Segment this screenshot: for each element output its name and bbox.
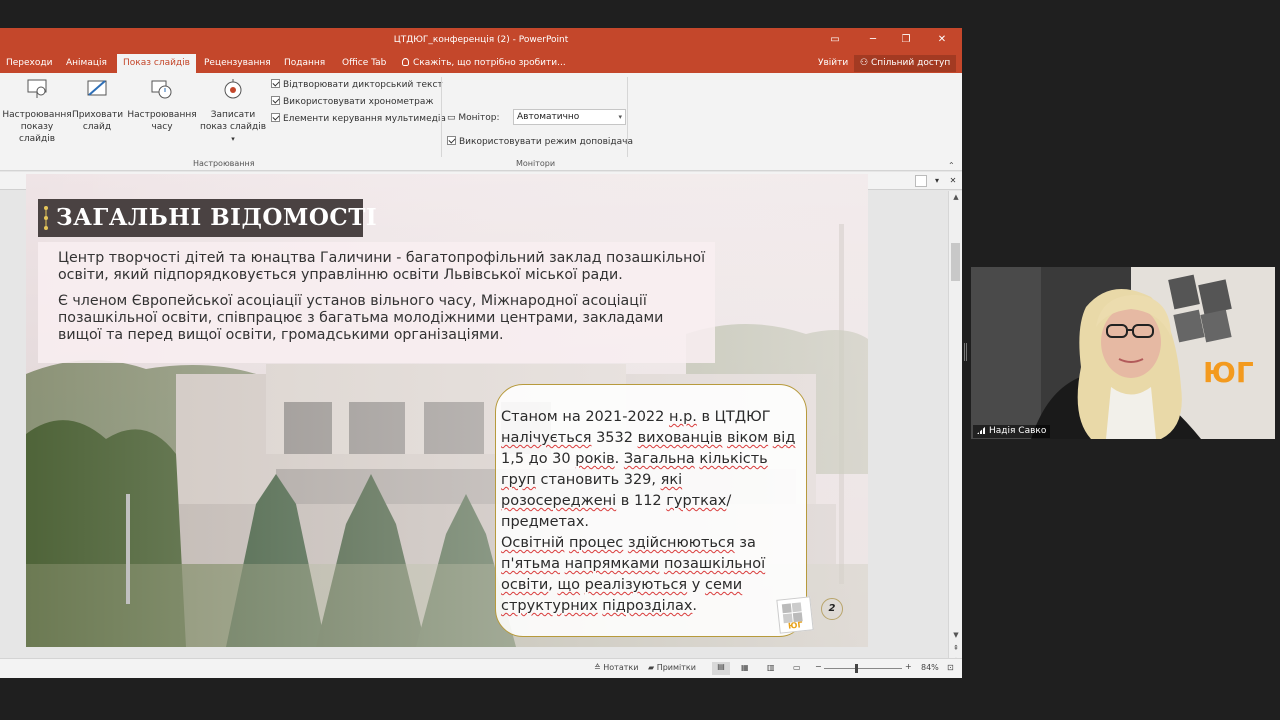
group-label-monitors: Монітори — [516, 159, 556, 168]
normal-view-icon[interactable]: ▤ — [712, 662, 730, 675]
title-bar: ЦТДЮГ_конференція (2) - PowerPoint ▭ ─ ❐… — [0, 28, 962, 54]
comment-icon: ▰ — [648, 663, 657, 672]
participant-video: ЮГ — [971, 267, 1275, 439]
share-button[interactable]: ⚇ Спільний доступ — [854, 55, 957, 72]
dropdown-arrow-icon: ▾ — [231, 135, 235, 143]
zoom-slider-track[interactable] — [824, 668, 902, 669]
person-icon: ⚇ — [860, 58, 871, 68]
intro-text-box: Центр творчості дітей та юнацтва Галичин… — [38, 242, 715, 363]
presenter-view-checkbox[interactable]: Використовувати режим доповідача — [447, 136, 633, 147]
scrollbar-thumb[interactable] — [951, 243, 960, 281]
vertical-scrollbar[interactable]: ▲ ▼ ⇞ ⇟ — [948, 191, 962, 665]
ribbon-separator — [441, 77, 442, 157]
scroll-up-icon[interactable]: ▲ — [951, 193, 961, 201]
show-media-controls-checkbox[interactable]: Елементи керування мультимедіа — [271, 113, 446, 124]
checkbox-check-icon — [271, 113, 280, 122]
ribbon-tabs: Переходи Анімація Показ слайдів Рецензув… — [0, 54, 962, 73]
group-label-setup: Настроювання — [193, 159, 255, 168]
setup-slide-show-button[interactable]: Настроювання показу слайдів — [2, 77, 72, 145]
minimize-button[interactable]: ─ — [865, 33, 881, 47]
new-document-icon[interactable] — [915, 175, 927, 187]
chevron-down-icon: ▾ — [618, 113, 622, 121]
slide-show-view-icon[interactable]: ▭ — [793, 663, 801, 672]
slide-sorter-icon[interactable]: ▦ — [741, 663, 749, 672]
rehearse-timings-button[interactable]: Настроювання часу — [127, 77, 197, 133]
notes-icon: ≙ — [594, 663, 604, 672]
reading-view-icon[interactable]: ▥ — [767, 663, 775, 672]
sign-in-link[interactable]: Увійти — [818, 54, 848, 73]
monitor-label: ▭ Монітор: — [447, 113, 500, 123]
participant-name-label: Надія Савко — [973, 425, 1051, 438]
tab-view[interactable]: Подання — [278, 54, 331, 73]
checkbox-check-icon — [447, 136, 456, 145]
notes-button[interactable]: ≙ Нотатки — [594, 663, 638, 672]
split-resize-handle[interactable] — [964, 343, 967, 361]
slide-heading: ЗАГАЛЬНІ ВІДОМОСТІ — [56, 204, 378, 231]
svg-text:ЮГ: ЮГ — [1203, 356, 1254, 389]
monitor-icon: ▭ — [447, 113, 459, 123]
ornament-icon — [44, 206, 48, 230]
ribbon-separator — [627, 77, 628, 157]
lightbulb-icon — [402, 58, 409, 66]
ribbon-display-options-icon[interactable]: ▭ — [827, 33, 843, 47]
ctdyug-logo-icon: ЮГ — [776, 596, 814, 634]
play-narrations-checkbox[interactable]: Відтворювати дикторський текст — [271, 79, 443, 90]
checkbox-check-icon — [271, 79, 280, 88]
restore-button[interactable]: ❐ — [898, 33, 914, 47]
tab-animations[interactable]: Анімація — [60, 54, 113, 73]
statistics-text-box: Станом на 2021-2022 н.р. в ЦТДЮГ налічує… — [495, 384, 807, 637]
statistics-text: Станом на 2021-2022 н.р. в ЦТДЮГ налічує… — [501, 409, 796, 614]
record-slide-show-button[interactable]: Записати показ слайдів ▾ — [197, 77, 269, 145]
close-document-icon[interactable]: ✕ — [947, 175, 959, 187]
projector-screen-icon — [27, 79, 47, 98]
participant-video-tile[interactable]: ЮГ Надія Савко — [971, 267, 1275, 439]
use-timings-checkbox[interactable]: Використовувати хронометраж — [271, 96, 433, 107]
hide-slide-icon — [87, 80, 107, 96]
ribbon: Настроювання показу слайдів Приховати сл… — [0, 73, 962, 171]
heading-bar: ЗАГАЛЬНІ ВІДОМОСТІ — [38, 199, 377, 237]
tab-slide-show[interactable]: Показ слайдів — [117, 54, 196, 73]
slide-page-number: 2 — [821, 598, 843, 620]
intro-paragraph-1: Центр творчості дітей та юнацтва Галичин… — [58, 250, 706, 283]
zoom-in-button[interactable]: + — [905, 662, 912, 671]
close-button[interactable]: ✕ — [934, 33, 950, 47]
stopwatch-icon — [151, 80, 172, 99]
hide-slide-button[interactable]: Приховати слайд — [72, 77, 123, 133]
zoom-level[interactable]: 84% — [921, 663, 939, 672]
tab-transitions[interactable]: Переходи — [0, 54, 58, 73]
intro-paragraph-2: Є членом Європейської асоціації установ … — [58, 293, 664, 343]
collapse-ribbon-icon[interactable]: ⌃ — [948, 161, 955, 170]
tell-me-search[interactable]: Скажіть, що потрібно зробити... — [402, 54, 566, 73]
tab-office-tab[interactable]: Office Tab — [336, 54, 392, 73]
fit-to-window-icon[interactable]: ⊡ — [947, 663, 954, 672]
record-icon — [224, 79, 242, 99]
slide[interactable]: ЗАГАЛЬНІ ВІДОМОСТІ Центр творчості дітей… — [26, 174, 868, 647]
window-title: ЦТДЮГ_конференція (2) - PowerPoint — [393, 35, 569, 45]
comments-button[interactable]: ▰ Примітки — [648, 663, 696, 672]
desktop-background: ЦТДЮГ_конференція (2) - PowerPoint ▭ ─ ❐… — [0, 0, 1280, 720]
monitor-select[interactable]: Автоматично ▾ — [513, 109, 626, 125]
scroll-down-icon[interactable]: ▼ — [951, 631, 961, 639]
zoom-out-button[interactable]: − — [815, 662, 822, 671]
tab-list-chevron-icon[interactable]: ▾ — [931, 175, 943, 187]
checkbox-check-icon — [271, 96, 280, 105]
previous-slide-icon[interactable]: ⇞ — [951, 644, 961, 652]
status-bar: ≙ Нотатки ▰ Примітки ▤ ▦ ▥ ▭ − + 84% ⊡ — [0, 658, 962, 678]
tab-review[interactable]: Рецензування — [198, 54, 277, 73]
logo-text: ЮГ — [787, 620, 804, 631]
signal-bars-icon — [977, 426, 986, 434]
zoom-slider-handle[interactable] — [855, 664, 858, 673]
